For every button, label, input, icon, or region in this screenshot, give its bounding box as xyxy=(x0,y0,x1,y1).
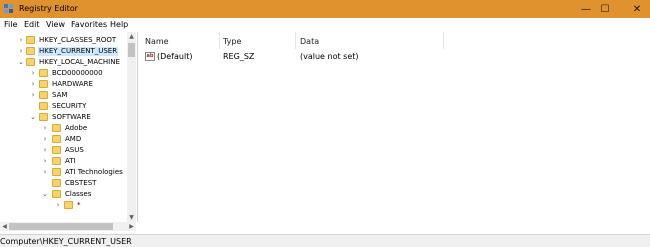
window-title: Registry Editor xyxy=(19,4,78,13)
expand-chevron-icon[interactable]: › xyxy=(54,201,62,210)
menu-bar: File Edit View Favorites Help xyxy=(0,18,650,32)
scrollbar-thumb[interactable] xyxy=(9,223,113,230)
tree-horizontal-scrollbar[interactable]: ◀ ▶ xyxy=(0,222,136,231)
folder-open-icon xyxy=(26,58,35,66)
maximize-button[interactable]: ☐ xyxy=(592,0,618,18)
value-type-cell[interactable]: REG_SZ xyxy=(223,52,254,61)
collapse-chevron-icon[interactable]: ⌄ xyxy=(17,58,25,67)
values-list[interactable]: Name Type Data ab (Default) REG_SZ (valu… xyxy=(138,32,650,231)
tree-item-bcd00000000[interactable]: › BCD00000000 xyxy=(0,68,127,79)
collapse-chevron-icon[interactable]: ⌄ xyxy=(41,190,49,199)
expand-chevron-icon[interactable]: › xyxy=(17,36,25,45)
column-divider[interactable] xyxy=(295,32,296,49)
folder-icon xyxy=(52,146,61,154)
scroll-down-arrow-icon[interactable]: ▼ xyxy=(127,213,136,222)
tree-item-label: BCD00000000 xyxy=(52,69,103,77)
tree-item-label: ATI Technologies xyxy=(65,168,123,176)
tree-item-label: HKEY_LOCAL_MACHINE xyxy=(39,58,120,66)
expand-chevron-icon[interactable]: › xyxy=(17,47,25,56)
tree-item-classes[interactable]: ⌄ Classes xyxy=(0,189,127,200)
tree-item-cbstest[interactable]: CBSTEST xyxy=(0,178,127,189)
folder-icon xyxy=(39,80,48,88)
folder-icon xyxy=(39,102,48,110)
column-divider[interactable] xyxy=(219,32,220,49)
expand-chevron-icon[interactable]: › xyxy=(41,146,49,155)
tree-item-hkey-classes-root[interactable]: › HKEY_CLASSES_ROOT xyxy=(0,35,127,46)
folder-icon xyxy=(52,168,61,176)
tree-vertical-scrollbar[interactable]: ▲ ▼ xyxy=(127,32,136,222)
expand-chevron-icon[interactable]: › xyxy=(41,157,49,166)
folder-open-icon xyxy=(39,113,48,121)
tree-item-label: Classes xyxy=(65,190,92,198)
menu-file[interactable]: File xyxy=(4,20,17,29)
value-data-cell[interactable]: (value not set) xyxy=(300,52,359,61)
scrollbar-thumb[interactable] xyxy=(128,43,135,57)
tree-item-label: SOFTWARE xyxy=(52,113,91,121)
column-header-name[interactable]: Name xyxy=(145,37,169,46)
tree-item-label: SAM xyxy=(52,91,68,99)
status-bar: Computer\HKEY_CURRENT_USER xyxy=(0,234,650,247)
key-tree[interactable]: › HKEY_CLASSES_ROOT › HKEY_CURRENT_USER … xyxy=(0,32,138,222)
tree-item-label: HKEY_CURRENT_USER xyxy=(38,47,119,56)
registry-editor-icon xyxy=(4,4,13,13)
tree-item-hkey-current-user[interactable]: › HKEY_CURRENT_USER xyxy=(0,46,127,57)
folder-icon xyxy=(52,157,61,165)
tree-item-label: HARDWARE xyxy=(52,80,93,88)
tree-item-adobe[interactable]: › Adobe xyxy=(0,123,127,134)
folder-icon xyxy=(26,36,35,44)
tree-item-label: SECURITY xyxy=(52,102,87,110)
close-button[interactable]: ✕ xyxy=(624,0,650,18)
tree-item-software[interactable]: ⌄ SOFTWARE xyxy=(0,112,127,123)
collapse-chevron-icon[interactable]: ⌄ xyxy=(29,113,37,122)
expand-chevron-icon[interactable]: › xyxy=(41,135,49,144)
expand-chevron-icon[interactable]: › xyxy=(29,80,37,89)
folder-icon xyxy=(52,124,61,132)
tree-item-label: AMD xyxy=(65,135,82,143)
folder-icon xyxy=(52,179,61,187)
tree-item-asus[interactable]: › ASUS xyxy=(0,145,127,156)
expand-chevron-icon[interactable]: › xyxy=(41,124,49,133)
folder-icon xyxy=(52,135,61,143)
folder-icon xyxy=(64,201,73,209)
status-path: Computer\HKEY_CURRENT_USER xyxy=(0,237,132,246)
menu-view[interactable]: View xyxy=(46,20,65,29)
tree-item-hkey-local-machine[interactable]: ⌄ HKEY_LOCAL_MACHINE xyxy=(0,57,127,68)
menu-favorites[interactable]: Favorites xyxy=(71,20,107,29)
tree-item-label: CBSTEST xyxy=(65,179,97,187)
tree-item-label: HKEY_CLASSES_ROOT xyxy=(39,36,117,44)
expand-chevron-icon[interactable]: › xyxy=(29,91,37,100)
column-divider[interactable] xyxy=(443,32,444,49)
menu-edit[interactable]: Edit xyxy=(24,20,40,29)
value-name-cell[interactable]: (Default) xyxy=(157,52,192,61)
tree-item-hardware[interactable]: › HARDWARE xyxy=(0,79,127,90)
folder-icon xyxy=(39,69,48,77)
expand-chevron-icon[interactable]: › xyxy=(41,168,49,177)
title-bar: Registry Editor — ☐ ✕ xyxy=(0,0,650,18)
tree-item-security[interactable]: SECURITY xyxy=(0,101,127,112)
folder-icon xyxy=(26,47,35,55)
tree-item-label: * xyxy=(77,201,81,209)
scroll-left-arrow-icon[interactable]: ◀ xyxy=(0,222,9,231)
expand-chevron-icon[interactable]: › xyxy=(29,69,37,78)
column-header-type[interactable]: Type xyxy=(223,37,241,46)
tree-item-ati-technologies[interactable]: › ATI Technologies xyxy=(0,167,127,178)
scroll-right-arrow-icon[interactable]: ▶ xyxy=(127,222,136,231)
folder-open-icon xyxy=(52,190,61,198)
string-value-icon: ab xyxy=(145,52,155,61)
scroll-up-arrow-icon[interactable]: ▲ xyxy=(127,32,136,41)
tree-item-label: Adobe xyxy=(65,124,88,132)
tree-item-amd[interactable]: › AMD xyxy=(0,134,127,145)
tree-item-sam[interactable]: › SAM xyxy=(0,90,127,101)
column-header-data[interactable]: Data xyxy=(300,37,319,46)
tree-item-label: ATI xyxy=(65,157,76,165)
folder-icon xyxy=(39,91,48,99)
tree-item-label: ASUS xyxy=(65,146,84,154)
tree-item-ati[interactable]: › ATI xyxy=(0,156,127,167)
menu-help[interactable]: Help xyxy=(110,20,128,29)
tree-item-asterisk[interactable]: › * xyxy=(0,200,127,211)
